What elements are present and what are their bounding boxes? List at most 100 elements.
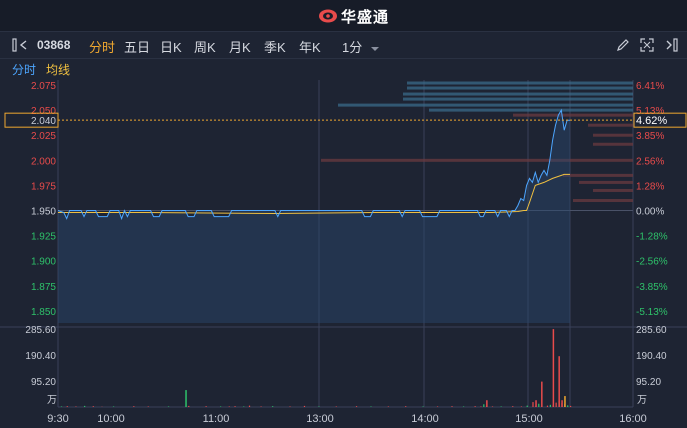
- volume-bar: [188, 405, 190, 407]
- volume-bar: [370, 406, 372, 407]
- volume-bar: [561, 400, 563, 407]
- volume-bar: [405, 406, 407, 407]
- intraday-chart[interactable]: 2.0752.0502.0252.0001.9751.9501.9251.900…: [0, 78, 687, 428]
- depth-bar: [407, 86, 633, 90]
- volume-bar: [483, 404, 485, 407]
- percent-tick-label: 3.85%: [636, 131, 664, 142]
- brand: 华盛通: [318, 6, 389, 26]
- volume-bar: [549, 404, 551, 407]
- volume-bar: [474, 406, 476, 407]
- volume-bar: [512, 406, 514, 407]
- depth-bar: [407, 81, 633, 85]
- volume-bar: [205, 406, 207, 407]
- chart-toolbar: 03868 分时 五日 日K 周K 月K 季K 年K 1分: [0, 32, 687, 59]
- volume-tick-label: 285.60: [25, 325, 56, 336]
- volume-bar: [558, 356, 560, 407]
- depth-bar: [588, 123, 633, 127]
- time-tick-label: 9:30: [47, 413, 68, 425]
- price-tick-label: 2.025: [31, 131, 56, 142]
- current-pct-label: 4.62%: [636, 115, 667, 127]
- volume-bar: [147, 406, 149, 407]
- percent-tick-label: -1.28%: [636, 232, 668, 243]
- price-tick-label: 2.000: [31, 156, 56, 167]
- volume-bar: [234, 406, 236, 407]
- volume-tick-label: 190.40: [25, 351, 56, 362]
- depth-bar: [403, 97, 633, 101]
- price-area-fill: [58, 110, 570, 323]
- expand-panel-icon[interactable]: [664, 38, 678, 52]
- price-line: [57, 108, 570, 221]
- time-tick-label: 15:00: [515, 413, 543, 425]
- fullscreen-icon[interactable]: [640, 38, 654, 52]
- draw-pencil-icon[interactable]: [616, 38, 630, 52]
- percent-tick-label: 1.28%: [636, 181, 664, 192]
- depth-bar: [321, 158, 633, 162]
- price-tick-label: 1.975: [31, 181, 56, 192]
- volume-bar: [303, 405, 306, 407]
- volume-bar: [248, 405, 251, 407]
- interval-value: 1分: [342, 40, 363, 55]
- percent-tick-label: 2.56%: [636, 156, 664, 167]
- volume-bar: [541, 381, 543, 407]
- time-tick-label: 10:00: [97, 413, 125, 425]
- volume-bar: [538, 403, 540, 407]
- price-tick-label: 1.900: [31, 257, 56, 268]
- volume-bar: [219, 406, 222, 407]
- volume-bar: [243, 406, 245, 407]
- tab-five-day[interactable]: 五日: [124, 37, 150, 56]
- volume-bar: [422, 406, 424, 407]
- volume-bar: [387, 406, 389, 407]
- legend-average-line[interactable]: 均线: [46, 61, 70, 78]
- percent-tick-label: -2.56%: [636, 257, 668, 268]
- depth-bar: [338, 103, 633, 107]
- brand-logo-icon: [319, 9, 337, 23]
- volume-unit-label: 万: [637, 395, 647, 406]
- depth-bar: [579, 180, 633, 184]
- chevron-down-icon: [370, 46, 379, 51]
- volume-bar: [546, 405, 549, 407]
- tab-daily-k[interactable]: 日K: [160, 37, 182, 56]
- price-tick-label: 1.950: [31, 207, 56, 218]
- price-tick-label: 1.925: [31, 232, 56, 243]
- tab-yearly-k[interactable]: 年K: [299, 37, 321, 56]
- time-tick-label: 13:00: [306, 413, 334, 425]
- volume-bar: [567, 405, 569, 407]
- legend-price-line[interactable]: 分时: [12, 61, 36, 78]
- volume-bar: [112, 406, 115, 407]
- percent-tick-label: 6.41%: [636, 81, 664, 92]
- volume-tick-label: 190.40: [636, 351, 667, 362]
- tab-weekly-k[interactable]: 周K: [194, 37, 216, 56]
- volume-bars: [60, 329, 572, 407]
- volume-bar: [535, 400, 537, 407]
- volume-bar: [260, 406, 262, 407]
- volume-tick-label: 285.60: [636, 325, 667, 336]
- depth-bar: [593, 142, 633, 146]
- time-tick-label: 16:00: [619, 413, 647, 425]
- volume-bar: [436, 406, 439, 407]
- volume-bar: [462, 406, 465, 407]
- interval-select[interactable]: 1分: [342, 37, 380, 56]
- volume-bar: [355, 406, 358, 407]
- percent-tick-label: -3.85%: [636, 282, 668, 293]
- tab-intraday[interactable]: 分时: [89, 37, 115, 56]
- volume-tick-label: 95.20: [31, 377, 56, 388]
- legend-bar: 分时 均线: [0, 58, 687, 78]
- volume-tick-label: 95.20: [636, 377, 661, 388]
- volume-bar: [570, 405, 572, 407]
- tab-monthly-k[interactable]: 月K: [229, 37, 251, 56]
- depth-bar: [563, 173, 633, 177]
- price-tick-label: 2.075: [31, 81, 56, 92]
- tab-quarterly-k[interactable]: 季K: [264, 37, 286, 56]
- volume-bar: [66, 406, 68, 407]
- depth-bar: [593, 188, 633, 192]
- volume-bar: [318, 406, 320, 407]
- volume-bar: [480, 406, 482, 407]
- percent-tick-label: 0.00%: [636, 207, 664, 218]
- volume-bar: [75, 406, 77, 407]
- volume-bar: [451, 406, 453, 407]
- current-price-label: 2.040: [31, 116, 56, 127]
- collapse-panel-icon[interactable]: [12, 38, 30, 52]
- volume-bar: [133, 406, 135, 407]
- average-price-line: [58, 173, 570, 215]
- volume-bar: [486, 400, 488, 407]
